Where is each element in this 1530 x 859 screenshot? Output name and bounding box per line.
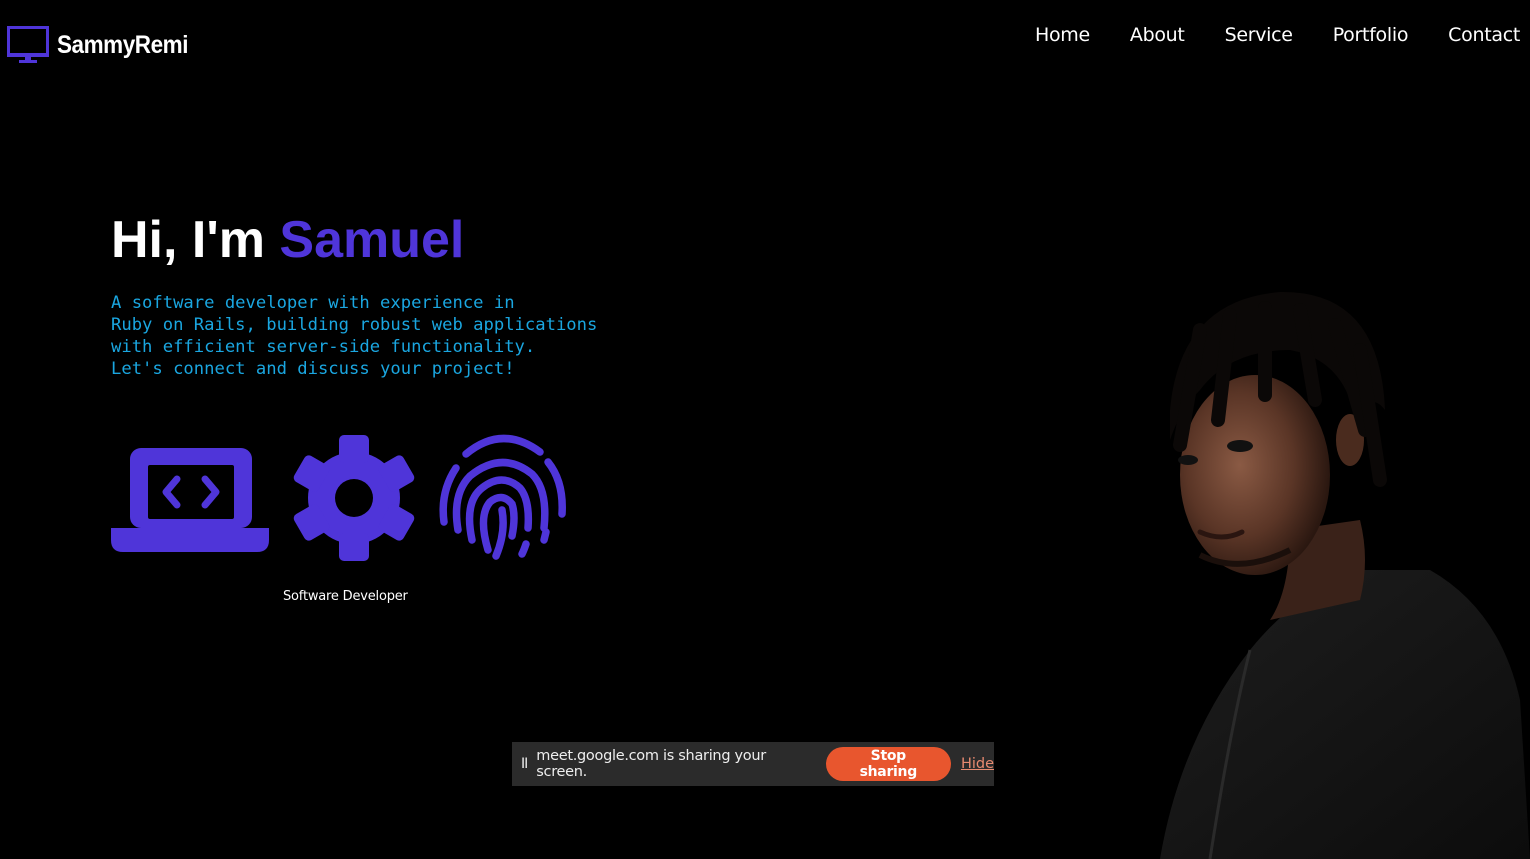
- hero-heading: Hi, I'm Samuel: [111, 210, 464, 270]
- gear-icon: [293, 435, 415, 561]
- hide-link[interactable]: Hide: [961, 756, 994, 772]
- pause-icon: II: [521, 756, 528, 772]
- stop-sharing-button[interactable]: Stop sharing: [825, 747, 951, 781]
- hero-intro: A software developer with experience in …: [111, 292, 671, 380]
- intro-line: Ruby on Rails, building robust web appli…: [111, 315, 598, 335]
- fingerprint-icon: [439, 434, 566, 560]
- nav-about[interactable]: About: [1130, 24, 1185, 46]
- share-message: meet.google.com is sharing your screen.: [536, 748, 766, 780]
- intro-line: Let's connect and discuss your project!: [111, 359, 515, 379]
- screen-share-bar: II meet.google.com is sharing your scree…: [512, 742, 994, 786]
- page: SammyRemi Home About Service Portfolio C…: [0, 0, 1530, 859]
- main-nav: Home About Service Portfolio Contact: [1035, 24, 1520, 46]
- hero-name: Samuel: [279, 211, 465, 269]
- monitor-icon: [7, 26, 49, 63]
- profile-photo: [1160, 291, 1530, 859]
- brand-name: SammyRemi: [57, 30, 189, 59]
- nav-service[interactable]: Service: [1225, 24, 1293, 46]
- role-label: Software Developer: [283, 589, 408, 604]
- nav-home[interactable]: Home: [1035, 24, 1090, 46]
- intro-line: with efficient server-side functionality…: [111, 337, 536, 357]
- intro-line: A software developer with experience in: [111, 293, 515, 313]
- nav-portfolio[interactable]: Portfolio: [1333, 24, 1409, 46]
- nav-contact[interactable]: Contact: [1448, 24, 1520, 46]
- hero-greeting: Hi, I'm: [111, 211, 280, 269]
- skill-icons: [111, 432, 581, 562]
- laptop-code-icon: [111, 448, 269, 552]
- brand-logo[interactable]: SammyRemi: [7, 26, 203, 64]
